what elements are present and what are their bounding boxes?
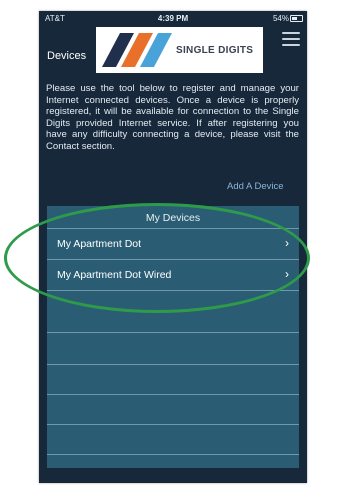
list-divider xyxy=(47,454,299,455)
device-label: My Apartment Dot Wired xyxy=(57,269,172,281)
add-device-link[interactable]: Add A Device xyxy=(227,181,284,192)
device-row-my-apartment-dot-wired[interactable]: My Apartment Dot Wired › xyxy=(47,259,299,290)
list-divider xyxy=(47,332,299,333)
list-divider xyxy=(47,364,299,365)
clock: 4:39 PM xyxy=(157,14,189,23)
device-row-my-apartment-dot[interactable]: My Apartment Dot › xyxy=(47,228,299,259)
status-bar: AT&T 4:39 PM 54% xyxy=(39,11,307,25)
list-divider xyxy=(47,394,299,395)
device-label: My Apartment Dot xyxy=(57,238,142,250)
hamburger-menu-icon[interactable] xyxy=(282,32,300,50)
list-divider xyxy=(47,424,299,425)
phone-screen: AT&T 4:39 PM 54% Devices SINGLE DIGITS P… xyxy=(39,11,307,483)
my-devices-panel: My Devices My Apartment Dot › My Apartme… xyxy=(47,206,299,468)
battery-icon xyxy=(290,15,303,22)
list-divider xyxy=(47,290,299,291)
page-title: Devices xyxy=(47,50,87,62)
chevron-right-icon: › xyxy=(285,236,289,250)
my-devices-title: My Devices xyxy=(145,212,201,224)
battery-percent: 54% xyxy=(272,14,289,23)
intro-paragraph: Please use the tool below to register an… xyxy=(46,83,299,152)
brand-logo: SINGLE DIGITS xyxy=(96,27,263,73)
chevron-right-icon: › xyxy=(285,267,289,281)
logo-wordmark: SINGLE DIGITS xyxy=(176,45,254,56)
